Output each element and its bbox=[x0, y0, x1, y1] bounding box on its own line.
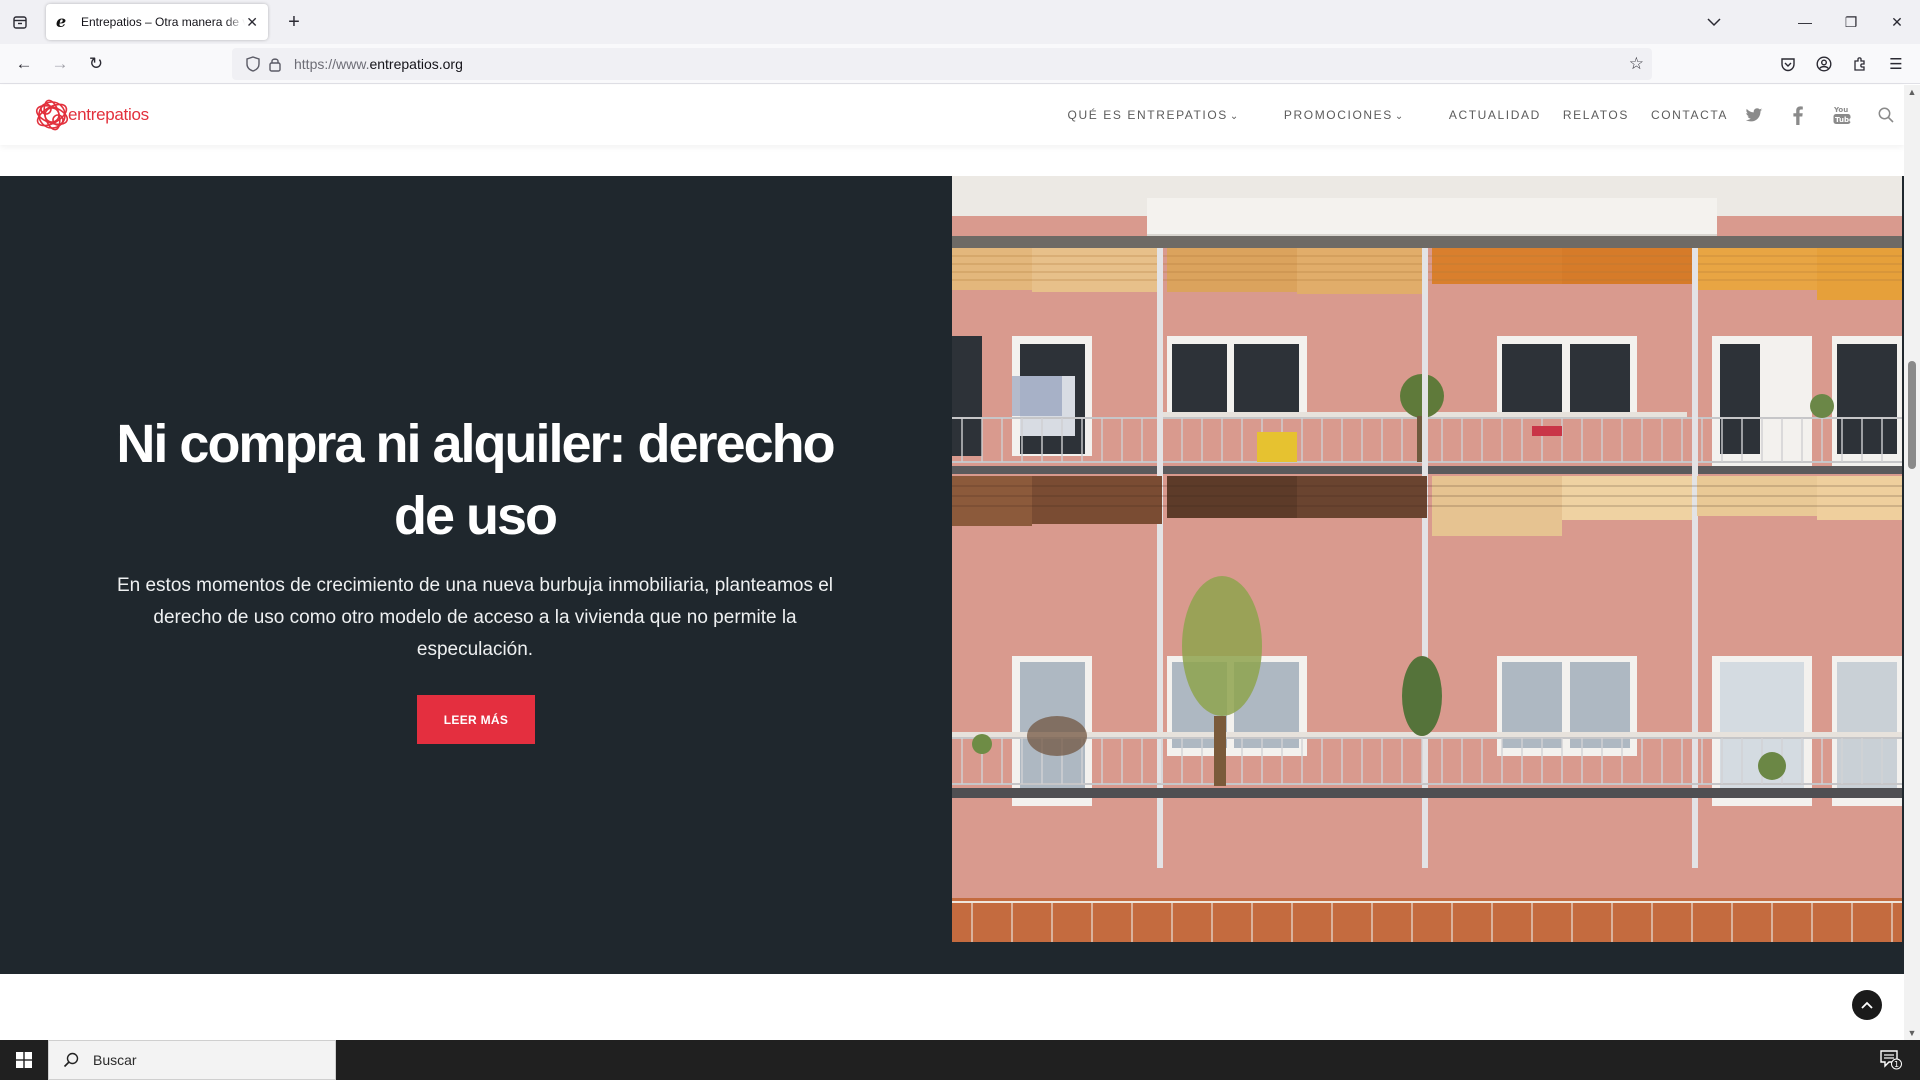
notification-center-icon[interactable]: 1 bbox=[1880, 1050, 1902, 1070]
tab-overflow-chevron-down-icon[interactable] bbox=[1694, 0, 1734, 44]
taskbar-search-input[interactable]: Buscar bbox=[48, 1040, 336, 1080]
shield-icon[interactable] bbox=[242, 56, 264, 72]
leer-mas-button[interactable]: LEER MÁS bbox=[417, 695, 535, 744]
bookmark-star-icon[interactable]: ☆ bbox=[1629, 54, 1644, 74]
new-tab-plus-icon[interactable]: + bbox=[280, 8, 308, 36]
facebook-icon[interactable] bbox=[1780, 85, 1816, 145]
tab-list-icon[interactable] bbox=[0, 0, 40, 44]
page-scrollbar[interactable]: ▲ ▼ bbox=[1904, 85, 1920, 1040]
window-controls: — ❐ ✕ bbox=[1782, 0, 1920, 44]
lock-icon[interactable] bbox=[264, 57, 286, 72]
logo-mark-icon bbox=[35, 99, 69, 131]
site-favicon-icon: e bbox=[56, 12, 67, 31]
minimize-icon[interactable]: — bbox=[1782, 0, 1828, 44]
browser-tab-active[interactable]: e Entrepatios – Otra manera de vivir ✕ bbox=[46, 4, 268, 40]
tab-title: Entrepatios – Otra manera de vivir bbox=[81, 15, 245, 29]
close-tab-icon[interactable]: ✕ bbox=[246, 14, 258, 31]
building-facade-image bbox=[952, 176, 1902, 942]
taskbar-search-placeholder: Buscar bbox=[93, 1052, 137, 1068]
nav-actualidad[interactable]: ACTUALIDAD bbox=[1449, 108, 1541, 122]
page-below-hero bbox=[0, 974, 1904, 1040]
youtube-icon[interactable]: You Tube bbox=[1824, 85, 1860, 145]
restore-icon[interactable]: ❐ bbox=[1828, 0, 1874, 44]
search-icon[interactable] bbox=[1868, 85, 1904, 145]
windows-taskbar: Buscar 1 bbox=[0, 1040, 1920, 1080]
scroll-to-top-chevron-up-icon[interactable] bbox=[1852, 990, 1882, 1020]
url-bar[interactable]: https://www.entrepatios.org ☆ bbox=[232, 48, 1652, 80]
account-icon[interactable] bbox=[1806, 48, 1842, 80]
browser-nav-bar: ← → ↻ https://www.entrepatios.org ☆ ☰ bbox=[0, 44, 1920, 84]
window-close-icon[interactable]: ✕ bbox=[1874, 0, 1920, 44]
forward-icon[interactable]: → bbox=[42, 48, 78, 80]
hero-building-photo bbox=[952, 176, 1902, 942]
hero-description: En estos momentos de crecimiento de una … bbox=[116, 575, 834, 660]
site-header: entrepatios QUÉ ES ENTREPATIOS ⌄ PROMOCIO… bbox=[0, 85, 1904, 145]
site-logo[interactable]: entrepatios bbox=[30, 95, 149, 135]
nav-promociones[interactable]: PROMOCIONES ⌄ bbox=[1284, 108, 1405, 122]
url-text[interactable]: https://www.entrepatios.org bbox=[294, 56, 463, 72]
twitter-icon[interactable] bbox=[1736, 85, 1772, 145]
hero-text-block: Ni compra ni alquiler: derecho de uso En… bbox=[110, 408, 840, 666]
svg-text:You: You bbox=[1833, 106, 1848, 114]
browser-toolbar-right: ☰ bbox=[1770, 48, 1914, 80]
hero-title: Ni compra ni alquiler: derecho de uso bbox=[116, 414, 835, 546]
browser-tab-bar: e Entrepatios – Otra manera de vivir ✕ +… bbox=[0, 0, 1920, 44]
pocket-icon[interactable] bbox=[1770, 48, 1806, 80]
menu-icon[interactable]: ☰ bbox=[1878, 48, 1914, 80]
reload-icon[interactable]: ↻ bbox=[78, 48, 114, 80]
site-main-nav: QUÉ ES ENTREPATIOS ⌄ PROMOCIONES ⌄ ACTUALI… bbox=[1046, 85, 1904, 145]
search-icon bbox=[49, 1052, 93, 1068]
logo-text: entrepatios bbox=[68, 105, 149, 124]
scroll-down-arrow-icon[interactable]: ▼ bbox=[1904, 1028, 1920, 1038]
svg-text:Tube: Tube bbox=[1835, 116, 1851, 124]
nav-contacta[interactable]: CONTACTA bbox=[1651, 108, 1728, 122]
hero-section: Ni compra ni alquiler: derecho de uso En… bbox=[0, 176, 1904, 974]
chevron-down-icon: ⌄ bbox=[1394, 111, 1405, 122]
nav-que-es-entrepatios[interactable]: QUÉ ES ENTREPATIOS ⌄ bbox=[1068, 108, 1240, 122]
scroll-up-arrow-icon[interactable]: ▲ bbox=[1904, 87, 1920, 97]
svg-text:1: 1 bbox=[1894, 1060, 1899, 1069]
extensions-icon[interactable] bbox=[1842, 48, 1878, 80]
scrollbar-thumb[interactable] bbox=[1908, 361, 1916, 469]
windows-start-icon[interactable] bbox=[0, 1040, 48, 1080]
back-icon[interactable]: ← bbox=[6, 48, 42, 80]
nav-relatos[interactable]: RELATOS bbox=[1563, 108, 1629, 122]
chevron-down-icon: ⌄ bbox=[1229, 111, 1240, 122]
